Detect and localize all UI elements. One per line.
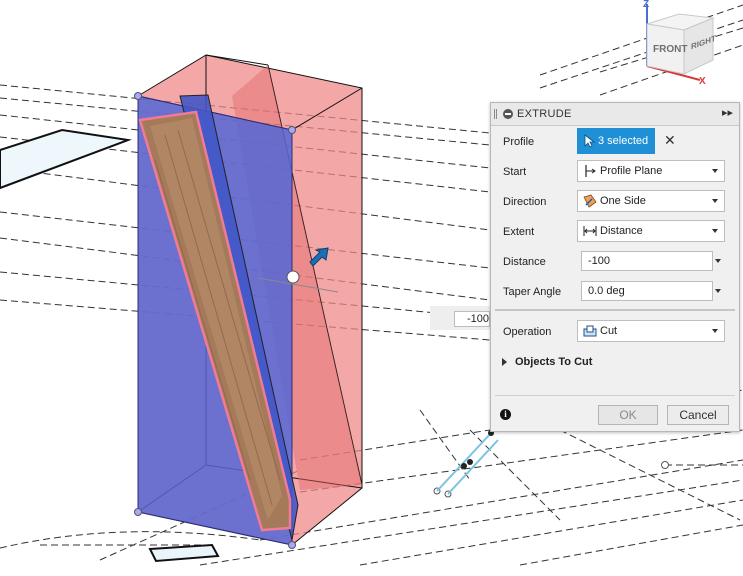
chevron-down-icon <box>712 169 718 173</box>
canvas-distance-input[interactable]: -100 <box>454 311 490 327</box>
divider <box>495 309 735 311</box>
start-label: Start <box>503 166 527 178</box>
cancel-button[interactable]: Cancel <box>667 405 729 425</box>
direction-select[interactable]: One Side <box>577 190 725 212</box>
cut-icon <box>583 325 597 337</box>
one-side-icon <box>583 194 597 208</box>
extent-select[interactable]: Distance <box>577 220 725 242</box>
clear-selection-icon[interactable]: ✕ <box>664 132 676 149</box>
chevron-down-icon[interactable] <box>715 259 721 263</box>
taper-angle-field[interactable]: 0.0 deg <box>581 281 713 301</box>
sketch-arc <box>0 531 261 549</box>
view-cube-front-label[interactable]: FRONT <box>653 44 687 55</box>
operation-label: Operation <box>503 326 552 338</box>
expand-dialog-icon[interactable]: ▸▸ <box>722 106 733 119</box>
start-value: Profile Plane <box>600 165 663 177</box>
drag-handle-icon[interactable] <box>494 109 497 119</box>
expand-triangle-icon[interactable] <box>502 358 507 366</box>
collapse-icon[interactable] <box>503 109 513 119</box>
distance-field[interactable]: -100 <box>581 251 713 271</box>
profile-label: Profile <box>503 136 535 148</box>
operation-value: Cut <box>600 325 618 337</box>
ok-button[interactable]: OK <box>598 405 658 425</box>
cursor-select-icon <box>584 134 596 148</box>
extrude-dialog: EXTRUDE ▸▸ Profile 3 selected ✕ Start Pr… <box>490 102 740 432</box>
dialog-header[interactable]: EXTRUDE ▸▸ <box>491 103 739 126</box>
view-cube[interactable]: Z X FRONT RIGHT <box>636 0 716 92</box>
distance-label: Distance <box>503 256 546 268</box>
operation-select[interactable]: Cut <box>577 320 725 342</box>
info-icon[interactable]: i <box>500 409 511 420</box>
sketch-rectangle-left <box>0 128 132 190</box>
dialog-title: EXTRUDE <box>517 108 572 120</box>
profile-plane-icon <box>585 165 596 177</box>
direction-value: One Side <box>600 195 646 207</box>
chevron-down-icon <box>712 229 718 233</box>
chevron-down-icon[interactable] <box>715 289 721 293</box>
chevron-down-icon <box>712 329 718 333</box>
objects-to-cut-toggle[interactable]: Objects To Cut <box>515 356 592 368</box>
distance-icon <box>583 226 597 236</box>
canvas-viewport[interactable]: Z X FRONT RIGHT -100 EXTRUDE ▸▸ Profile … <box>0 0 743 571</box>
extent-value: Distance <box>600 225 643 237</box>
axis-z-label: Z <box>643 0 650 10</box>
profile-selection-button[interactable]: 3 selected <box>577 128 655 154</box>
start-select[interactable]: Profile Plane <box>577 160 725 182</box>
axis-x-label: X <box>699 76 706 87</box>
sketch-constraint-glyphs <box>436 430 499 495</box>
sketch-rectangle-bottom <box>148 543 220 563</box>
extent-label: Extent <box>503 226 535 238</box>
chevron-down-icon <box>712 199 718 203</box>
divider <box>495 395 735 396</box>
direction-label: Direction <box>503 196 547 208</box>
profile-selection-count: 3 selected <box>598 135 649 147</box>
taper-angle-label: Taper Angle <box>503 286 562 298</box>
